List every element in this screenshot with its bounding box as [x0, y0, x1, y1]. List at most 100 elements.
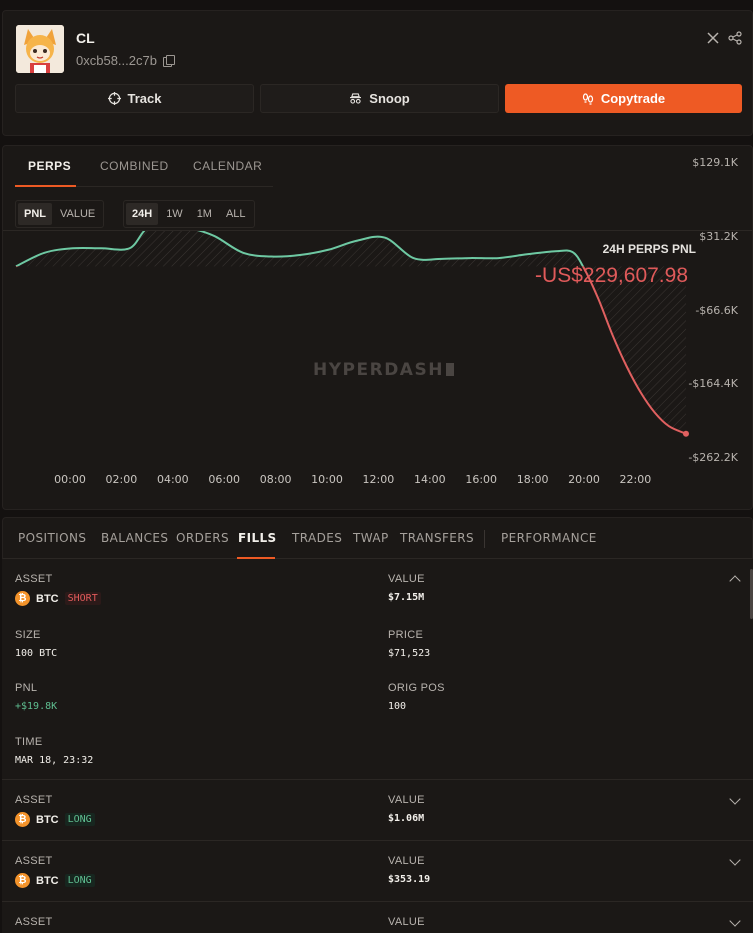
time-label: TIME: [15, 736, 43, 748]
tab-perps[interactable]: PERPS: [28, 159, 71, 173]
share-icon[interactable]: [728, 31, 742, 45]
fill-row[interactable]: ASSET ₿ BTC LONG VALUE $1.06M: [2, 780, 753, 841]
asset-cell: ₿ BTC LONG: [15, 873, 95, 888]
fill-row[interactable]: ASSET VALUE: [2, 902, 753, 933]
y-tick-label: $129.1K: [692, 156, 738, 169]
value-label: VALUE: [388, 573, 425, 585]
x-tick-label: 04:00: [156, 473, 189, 486]
value-label: VALUE: [388, 916, 425, 928]
asset-cell: ₿ BTC LONG: [15, 812, 95, 827]
x-tick-label: 08:00: [259, 473, 292, 486]
crosshair-icon: [107, 92, 121, 105]
tab-calendar[interactable]: CALENDAR: [193, 159, 262, 173]
chart-tabs: PERPS COMBINED CALENDAR: [15, 146, 273, 187]
pnl-cell: +$19.8K: [15, 701, 58, 712]
fill-row-expanded[interactable]: ASSET ₿ BTC SHORT VALUE $7.15M SIZE 100 …: [2, 559, 753, 780]
side-badge: LONG: [64, 874, 95, 887]
y-tick-label: -$66.6K: [695, 303, 738, 317]
toggle-pnl[interactable]: PNL: [18, 203, 52, 225]
value-cell: $353.19: [388, 874, 431, 885]
chart-title: 24H PERPS PNL: [602, 242, 696, 256]
x-tick-label: 02:00: [105, 473, 138, 486]
portfolio-tabs: POSITIONS BALANCES ORDERS FILLS TRADES T…: [2, 517, 753, 559]
asset-symbol: BTC: [36, 592, 59, 605]
x-tick-label: 06:00: [208, 473, 241, 486]
metric-toggle: PNL VALUE: [15, 200, 105, 228]
x-tick-label: 12:00: [362, 473, 395, 486]
price-label: PRICE: [388, 629, 424, 641]
range-1w[interactable]: 1W: [160, 203, 189, 225]
y-tick-label: $31.2K: [699, 229, 738, 243]
range-all[interactable]: ALL: [220, 203, 252, 225]
tab-trades[interactable]: TRADES: [292, 531, 342, 545]
time-cell: MAR 18, 23:32: [15, 755, 94, 766]
tab-twap[interactable]: TWAP: [353, 531, 389, 545]
tab-transfers[interactable]: TRANSFERS: [400, 531, 474, 545]
btc-icon: ₿: [15, 591, 30, 606]
tab-orders[interactable]: ORDERS: [176, 531, 229, 545]
expand-chevron-icon[interactable]: [729, 793, 741, 805]
toggle-value[interactable]: VALUE: [54, 203, 101, 225]
tab-divider: [484, 530, 485, 548]
x-twitter-icon[interactable]: [706, 31, 720, 45]
asset-symbol: BTC: [36, 874, 59, 887]
x-tick-label: 00:00: [54, 473, 86, 486]
size-label: SIZE: [15, 629, 41, 641]
x-tick-label: 20:00: [568, 473, 600, 486]
watermark-text: HYPERDASH: [313, 360, 444, 380]
copytrade-button-label: Copytrade: [600, 91, 666, 106]
fill-row[interactable]: ASSET ₿ BTC LONG VALUE $353.19: [2, 841, 753, 902]
footprints-icon: [582, 92, 593, 105]
tab-fills[interactable]: FILLS: [238, 531, 277, 545]
pnl-label: PNL: [15, 682, 38, 694]
x-tick-label: 22:00: [619, 473, 652, 486]
range-24h[interactable]: 24H: [126, 203, 159, 225]
track-button[interactable]: Track: [15, 84, 254, 113]
side-badge: SHORT: [64, 592, 101, 605]
side-badge: LONG: [64, 813, 95, 826]
x-tick-label: 14:00: [413, 473, 446, 486]
asset-label: ASSET: [15, 855, 53, 867]
watermark-block-icon: [445, 363, 454, 376]
hyperdash-watermark: HYPERDASH: [313, 360, 454, 380]
value-label: VALUE: [388, 855, 425, 867]
size-cell: 100 BTC: [15, 648, 58, 659]
value-cell: $1.06M: [388, 813, 425, 824]
asset-label: ASSET: [15, 916, 53, 928]
fills-list: ASSET ₿ BTC SHORT VALUE $7.15M SIZE 100 …: [2, 559, 753, 933]
copytrade-button[interactable]: Copytrade: [505, 84, 742, 113]
active-tab-underline: [15, 185, 76, 187]
wallet-address-text: 0xcb58...2c7b: [76, 53, 157, 68]
pnl-value: -US$229,607.98: [535, 264, 688, 287]
asset-symbol: BTC: [36, 813, 59, 826]
pnl-chart-card: PERPS COMBINED CALENDAR PNL VALUE 24H 1W…: [2, 145, 753, 510]
trader-name: CL: [76, 30, 95, 46]
track-button-label: Track: [127, 91, 162, 106]
tab-performance[interactable]: PERFORMANCE: [501, 531, 597, 545]
pnl-last-point[interactable]: [683, 430, 689, 437]
avatar: [16, 25, 64, 73]
orig-pos-label: ORIG POS: [388, 682, 445, 694]
btc-icon: ₿: [15, 812, 30, 827]
asset-label: ASSET: [15, 573, 53, 585]
collapse-chevron-icon[interactable]: [729, 575, 741, 587]
tab-positions[interactable]: POSITIONS: [18, 531, 86, 545]
value-label: VALUE: [388, 794, 425, 806]
snoop-button-label: Snoop: [369, 91, 410, 106]
snoop-button[interactable]: Snoop: [260, 84, 499, 113]
x-tick-label: 18:00: [516, 473, 549, 486]
pnl-area-hatch: [16, 231, 686, 434]
wallet-address: 0xcb58...2c7b: [76, 53, 175, 68]
tab-balances[interactable]: BALANCES: [101, 531, 168, 545]
y-tick-label: -$164.4K: [688, 377, 738, 391]
trader-profile-card: CL 0xcb58...2c7b Track Snoop Copytrade: [2, 10, 753, 136]
copy-icon[interactable]: [162, 55, 175, 67]
value-cell: $7.15M: [388, 592, 425, 603]
expand-chevron-icon[interactable]: [729, 854, 741, 866]
tab-combined[interactable]: COMBINED: [100, 159, 169, 173]
range-toggle: 24H 1W 1M ALL: [123, 200, 255, 228]
range-1m[interactable]: 1M: [191, 203, 218, 225]
expand-chevron-icon[interactable]: [729, 915, 741, 927]
asset-cell: ₿ BTC SHORT: [15, 591, 101, 606]
spy-icon: [350, 93, 362, 104]
